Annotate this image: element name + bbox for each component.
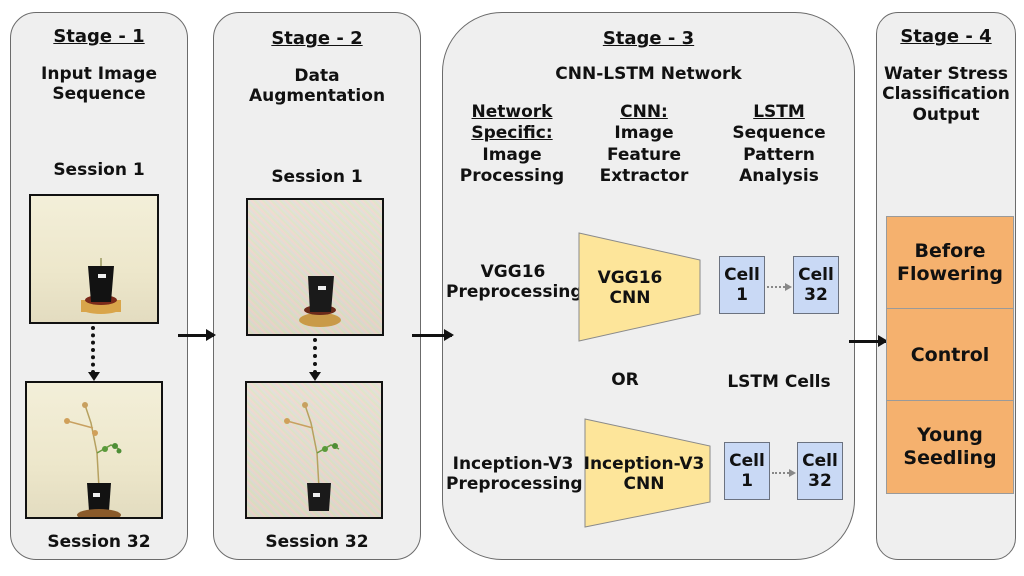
column-heading: Specific: <box>471 123 553 144</box>
column-cnn: CNN: Image Feature Extractor <box>580 102 708 187</box>
arrow-down-icon <box>309 372 321 381</box>
cell-index: 32 <box>804 285 828 305</box>
label-line: VGG16 <box>480 262 546 282</box>
class-young-seedling: Young Seedling <box>886 400 1014 494</box>
class-label: Flowering <box>897 263 1003 285</box>
session-32-plant-image <box>25 381 163 519</box>
label-line: CNN <box>623 474 665 495</box>
label-line: CNN <box>609 288 651 309</box>
cell-label: Cell <box>798 264 834 285</box>
stage-1-session-top-label: Session 1 <box>53 160 145 180</box>
column-desc: Feature <box>606 144 682 165</box>
sequence-dots <box>91 326 99 374</box>
lstm-cell-32: Cell 32 <box>797 442 843 500</box>
grown-plant-illustration <box>284 402 340 511</box>
arrow-down-icon <box>88 372 100 381</box>
label-line: Inception-V3 <box>583 454 705 474</box>
column-heading: LSTM <box>753 102 805 122</box>
lstm-cell-1: Cell 1 <box>719 256 765 314</box>
class-before-flowering: Before Flowering <box>886 216 1014 310</box>
dotted-connector <box>767 286 785 288</box>
subtitle-line: Input Image <box>41 64 157 84</box>
label-line: Preprocessing <box>446 474 583 495</box>
dotted-connector <box>772 472 789 474</box>
lstm-cells-label: LSTM Cells <box>727 372 831 392</box>
inception-v3-preprocessing-label: Inception-V3 Preprocessing <box>446 454 583 495</box>
column-desc: Analysis <box>739 165 819 186</box>
column-heading: CNN: <box>620 102 668 122</box>
augmented-session-32-image <box>245 381 383 519</box>
label-line: Inception-V3 <box>452 454 574 474</box>
class-label: Young <box>917 424 983 447</box>
grown-plant-illustration <box>64 402 122 517</box>
vgg16-cnn-label: VGG16 CNN <box>580 268 680 309</box>
label-line: Preprocessing <box>446 282 583 303</box>
class-label: Seedling <box>903 447 997 469</box>
plant-pot-illustration <box>81 258 121 314</box>
stage-3-title: Stage - 3 <box>602 28 695 49</box>
vgg16-preprocessing-label: VGG16 Preprocessing <box>446 262 583 303</box>
lstm-cell-1: Cell 1 <box>724 442 770 500</box>
column-desc: Extractor <box>599 165 689 186</box>
class-label: Control <box>910 343 990 366</box>
arrow-right-icon <box>412 329 454 341</box>
inception-v3-cnn-label: Inception-V3 CNN <box>582 454 706 495</box>
augmented-session-1-image <box>246 198 384 336</box>
session-1-plant-image <box>29 194 159 324</box>
stage-2-title: Stage - 2 <box>271 28 363 49</box>
subtitle-line: Augmentation <box>248 86 386 107</box>
stage-3-subtitle: CNN-LSTM Network <box>555 64 742 84</box>
subtitle-line: Sequence <box>52 84 146 105</box>
arrow-right-icon <box>785 283 792 291</box>
column-lstm: LSTM Sequence Pattern Analysis <box>714 102 844 187</box>
column-desc: Processing <box>459 165 565 186</box>
label-line: VGG16 <box>597 268 663 288</box>
stage-1-subtitle: Input Image Sequence <box>10 64 188 105</box>
cell-index: 1 <box>741 471 753 491</box>
stage-4-title: Stage - 4 <box>900 26 992 47</box>
cell-index: 1 <box>736 285 748 305</box>
cell-label: Cell <box>802 450 838 471</box>
class-label: Before <box>914 240 986 263</box>
column-desc: Pattern <box>743 144 815 165</box>
stage-2-session-bottom-label: Session 32 <box>265 532 369 552</box>
stage-4-subtitle: Water Stress Classification Output <box>876 64 1016 125</box>
stage-1-session-bottom-label: Session 32 <box>47 532 151 552</box>
arrow-right-icon <box>178 329 216 341</box>
column-network-specific: Network Specific: Image Processing <box>448 102 576 187</box>
column-desc: Image <box>614 123 674 144</box>
cell-index: 32 <box>808 471 832 491</box>
sequence-dots <box>313 338 321 374</box>
stage-2-subtitle: Data Augmentation <box>213 66 421 107</box>
subtitle-line: Water Stress <box>883 64 1009 84</box>
arrow-right-icon <box>789 469 796 477</box>
subtitle-line: Classification <box>882 84 1010 105</box>
column-heading: Network <box>471 102 553 122</box>
column-desc: Sequence <box>732 123 826 144</box>
subtitle-line: Data <box>294 66 340 86</box>
cell-label: Cell <box>724 264 760 285</box>
stage-2-session-top-label: Session 1 <box>271 167 363 187</box>
subtitle-line: Output <box>912 104 980 125</box>
stage-1-title: Stage - 1 <box>53 26 145 47</box>
column-desc: Image <box>482 144 542 165</box>
class-control: Control <box>886 308 1014 402</box>
lstm-cell-32: Cell 32 <box>793 256 839 314</box>
cell-label: Cell <box>729 450 765 471</box>
or-label: OR <box>611 370 639 390</box>
plant-pot-illustration <box>299 276 341 327</box>
arrow-right-icon <box>849 335 888 347</box>
